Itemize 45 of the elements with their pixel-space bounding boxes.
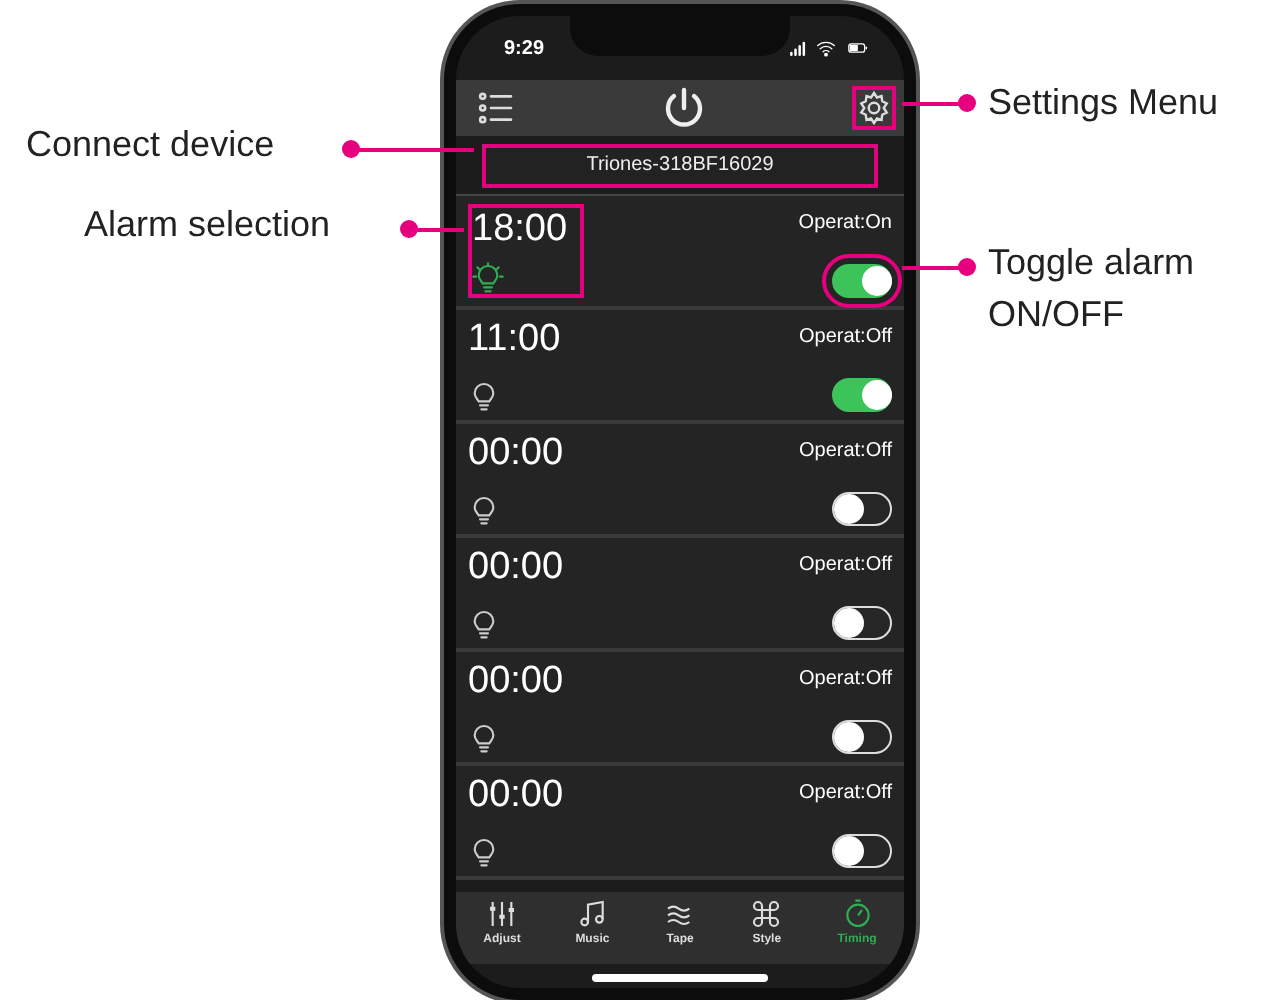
signal-icon xyxy=(788,38,808,58)
alarm-time: 00:00 xyxy=(468,774,564,818)
callout-dot xyxy=(958,94,976,112)
alarm-time: 00:00 xyxy=(468,546,564,590)
timing-icon xyxy=(841,898,874,930)
callout-label: Settings Menu xyxy=(988,80,1221,126)
alarm-row[interactable]: 00:00 Operat:Off xyxy=(456,766,904,880)
leader-line xyxy=(902,266,962,270)
callout-label: Alarm selection xyxy=(84,202,331,248)
wifi-icon xyxy=(816,38,836,58)
alarm-time: 11:00 xyxy=(468,318,561,362)
toggle-switch[interactable] xyxy=(832,606,892,640)
settings-icon[interactable] xyxy=(852,86,896,130)
alarm-row[interactable]: 18:00 Operat:On xyxy=(456,196,904,310)
alarm-row[interactable]: 00:00 Operat:Off xyxy=(456,424,904,538)
alarm-status: Operat:Off xyxy=(798,552,892,580)
toggle-switch[interactable] xyxy=(832,720,892,754)
alarm-time: 00:00 xyxy=(468,432,564,476)
battery-icon xyxy=(844,38,872,58)
menu-icon[interactable] xyxy=(476,88,516,128)
alarm-row[interactable]: 00:00 Operat:Off xyxy=(456,538,904,652)
alarm-status: Operat:Off xyxy=(798,324,892,352)
callout-dot xyxy=(958,258,976,276)
adjust-icon xyxy=(486,898,518,930)
leader-line xyxy=(902,102,962,106)
alarm-status: Operat:Off xyxy=(798,780,892,808)
alarm-status: Operat:Off xyxy=(798,438,892,466)
style-icon xyxy=(750,898,783,930)
music-icon xyxy=(576,898,609,930)
alarm-status: Operat:On xyxy=(798,210,892,238)
toggle-switch[interactable] xyxy=(832,378,892,412)
alarm-time: 00:00 xyxy=(468,660,564,704)
alarm-row[interactable]: 11:00 Operat:Off xyxy=(456,310,904,424)
callout-label: Connect device xyxy=(26,122,275,168)
toggle-switch[interactable] xyxy=(832,492,892,526)
power-icon[interactable] xyxy=(660,84,708,132)
alarm-row[interactable]: 00:00 Operat:Off xyxy=(456,652,904,766)
callout-dot xyxy=(342,140,360,158)
callout-label: Toggle alarm ON/OFF xyxy=(988,240,1197,338)
callout-dot xyxy=(400,220,418,238)
alarm-status: Operat:Off xyxy=(798,666,892,694)
device-name-field[interactable]: Triones-318BF16029 xyxy=(482,143,878,187)
status-time: 9:29 xyxy=(504,35,545,63)
toggle-switch[interactable] xyxy=(832,834,892,868)
alarm-time: 18:00 xyxy=(472,208,568,252)
